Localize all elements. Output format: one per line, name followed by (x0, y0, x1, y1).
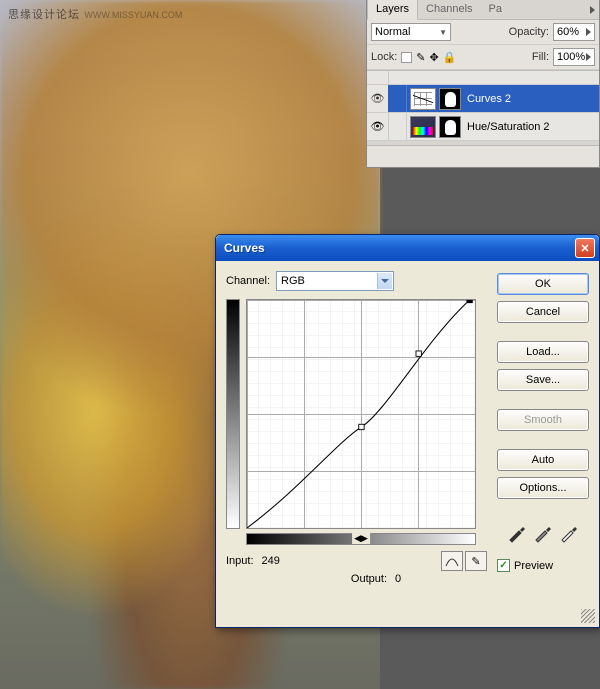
input-value: 249 (262, 555, 298, 567)
preview-label: Preview (514, 560, 553, 572)
eye-icon: 👁 (371, 92, 385, 105)
channel-row: Channel: RGB (226, 271, 487, 291)
blend-mode-value: Normal (375, 26, 410, 38)
opacity-input[interactable]: 60% (553, 23, 595, 41)
gray-point-eyedropper-icon[interactable] (533, 523, 553, 543)
curves-graph[interactable] (246, 299, 476, 529)
lock-icons: ✎ ✥ 🔒 (401, 51, 456, 64)
pencil-icon: ✎ (471, 555, 480, 568)
output-row: Output: 0 (226, 573, 487, 585)
visibility-toggle[interactable]: 👁 (367, 113, 389, 140)
output-gradient (226, 299, 240, 529)
load-button[interactable]: Load... (497, 341, 589, 363)
dialog-body: Channel: RGB (216, 261, 599, 627)
arrow-right-icon (586, 28, 591, 36)
opacity-label: Opacity: (509, 26, 549, 38)
arrow-right-icon (586, 53, 591, 61)
lock-fill-row: Lock: ✎ ✥ 🔒 Fill: 100% (367, 45, 599, 70)
auto-button[interactable]: Auto (497, 449, 589, 471)
preview-row: ✓ Preview (497, 559, 589, 572)
dialog-right: OK Cancel Load... Save... Smooth Auto Op… (497, 271, 589, 617)
panel-menu-icon[interactable] (585, 0, 599, 19)
resize-grip[interactable] (581, 609, 595, 623)
opacity-value: 60% (557, 26, 579, 38)
blend-opacity-row: Normal ▼ Opacity: 60% (367, 20, 599, 45)
save-button[interactable]: Save... (497, 369, 589, 391)
preview-checkbox[interactable]: ✓ (497, 559, 510, 572)
link-toggle[interactable] (389, 85, 407, 112)
eye-icon: 👁 (371, 120, 385, 133)
curve-icon (445, 555, 459, 567)
tab-channels[interactable]: Channels (418, 0, 480, 19)
black-point-eyedropper-icon[interactable] (507, 523, 527, 543)
layer-mask-thumbnail[interactable] (439, 88, 461, 110)
white-point-eyedropper-icon[interactable] (559, 523, 579, 543)
input-gradient[interactable] (246, 533, 476, 545)
chevron-down-icon: ▼ (439, 28, 447, 37)
channel-value: RGB (281, 275, 305, 287)
input-label: Input: (226, 555, 254, 567)
lock-brush-icon[interactable]: ✎ (416, 51, 425, 64)
cancel-button[interactable]: Cancel (497, 301, 589, 323)
eyedropper-row (497, 523, 589, 543)
output-label: Output: (351, 573, 387, 585)
curve-line (247, 300, 475, 528)
layers-list: 👁 Curves 2 👁 Hue/Saturation 2 (367, 70, 599, 145)
options-button[interactable]: Options... (497, 477, 589, 499)
watermark-left: 思缘设计论坛 WWW.MISSYUAN.COM (8, 6, 182, 22)
close-icon: ✕ (580, 242, 589, 255)
chevron-down-icon (377, 273, 392, 289)
layer-row-truncated[interactable] (367, 71, 599, 85)
curves-dialog: Curves ✕ Channel: RGB (215, 234, 600, 628)
layer-row[interactable]: 👁 Curves 2 (367, 85, 599, 113)
layer-row[interactable]: 👁 Hue/Saturation 2 (367, 113, 599, 141)
dialog-left: Channel: RGB (226, 271, 487, 617)
curve-mode-button[interactable] (441, 551, 463, 571)
lock-move-icon[interactable]: ✥ (430, 51, 439, 64)
lock-label: Lock: (371, 51, 397, 63)
fill-input[interactable]: 100% (553, 48, 595, 66)
blend-mode-select[interactable]: Normal ▼ (371, 23, 451, 41)
channel-label: Channel: (226, 275, 270, 287)
close-button[interactable]: ✕ (575, 238, 595, 258)
layer-mask-thumbnail[interactable] (439, 116, 461, 138)
lock-transparent-icon[interactable] (401, 52, 412, 63)
panel-tabs: Layers Channels Pa (367, 0, 599, 20)
layer-name[interactable]: Hue/Saturation 2 (465, 121, 550, 133)
adjustment-thumbnail[interactable] (410, 116, 436, 138)
layer-name[interactable]: Curves 2 (465, 93, 511, 105)
watermark-left-sub: WWW.MISSYUAN.COM (84, 10, 182, 20)
watermark-left-main: 思缘设计论坛 (8, 9, 80, 21)
ok-button[interactable]: OK (497, 273, 589, 295)
input-row: Input: 249 ✎ (226, 551, 487, 571)
adjustment-thumbnail[interactable] (410, 88, 436, 110)
lock-all-icon[interactable]: 🔒 (443, 51, 457, 64)
layers-panel: Layers Channels Pa Normal ▼ Opacity: 60%… (366, 0, 600, 168)
link-toggle[interactable] (389, 113, 407, 140)
tab-paths[interactable]: Pa (481, 0, 510, 19)
tab-layers[interactable]: Layers (367, 0, 418, 20)
curve-area (226, 299, 487, 545)
dialog-titlebar[interactable]: Curves ✕ (216, 235, 599, 261)
fill-value: 100% (557, 51, 585, 63)
layers-footer (367, 145, 599, 167)
pencil-mode-button[interactable]: ✎ (465, 551, 487, 571)
visibility-toggle[interactable] (367, 71, 389, 85)
channel-select[interactable]: RGB (276, 271, 394, 291)
visibility-toggle[interactable]: 👁 (367, 85, 389, 112)
dialog-title: Curves (220, 241, 265, 255)
smooth-button: Smooth (497, 409, 589, 431)
fill-label: Fill: (532, 51, 549, 63)
output-value: 0 (395, 573, 431, 585)
